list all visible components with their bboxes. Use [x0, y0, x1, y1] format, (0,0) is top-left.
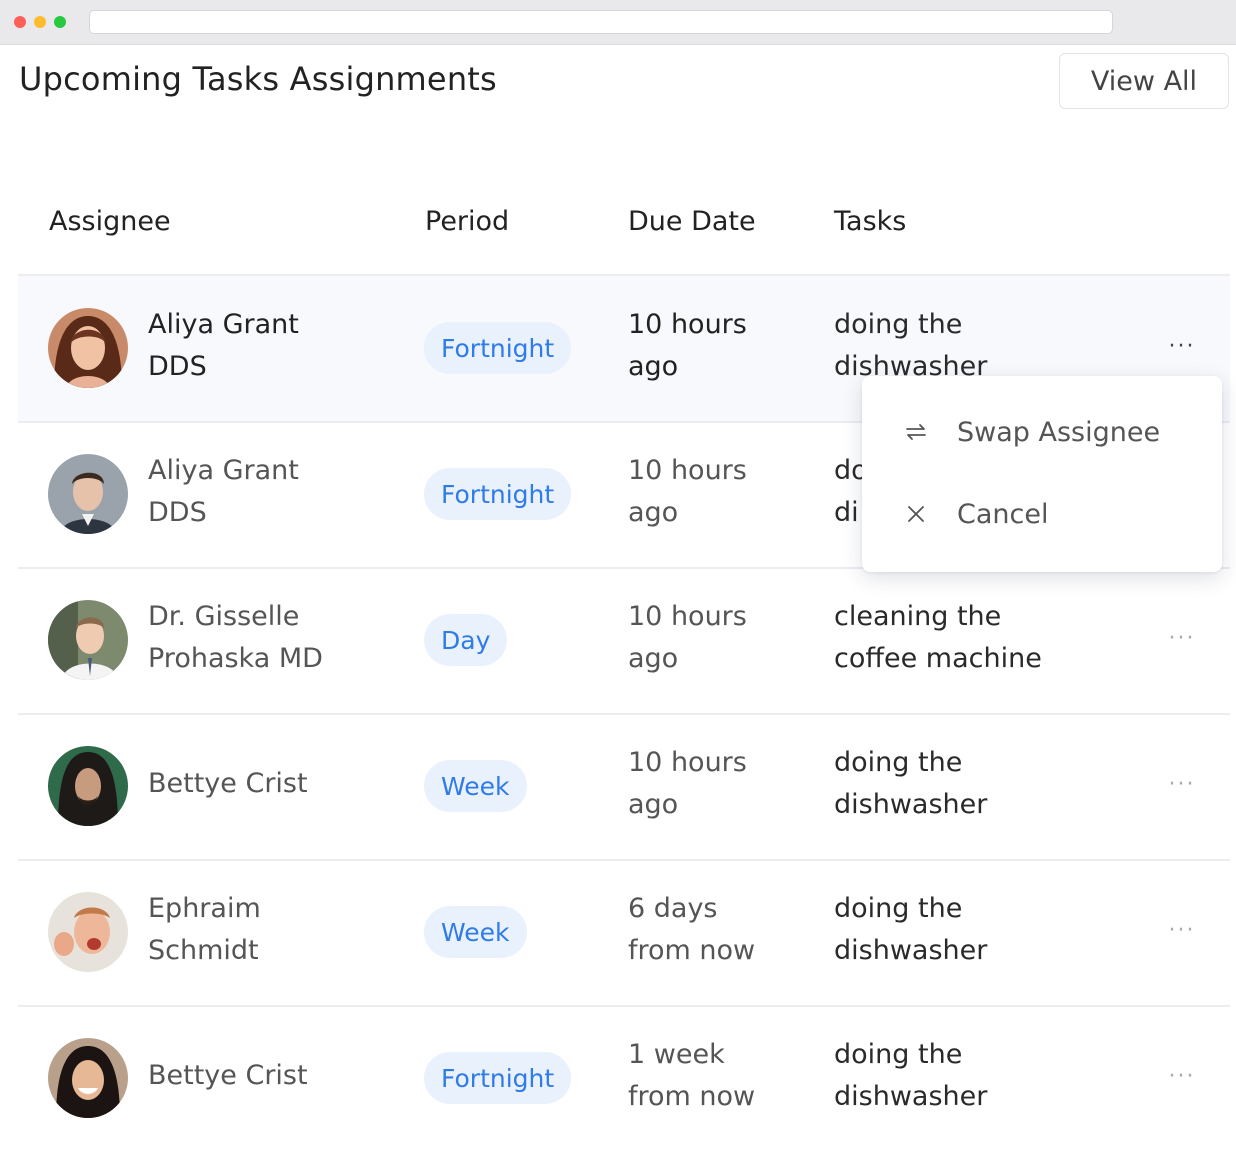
task-text: doing the dishwasher — [834, 742, 1134, 826]
period-badge: Week — [424, 906, 527, 958]
assignee-name-line: DDS — [148, 497, 207, 528]
task-text: doing the dishwasher — [834, 888, 1134, 972]
more-options-icon[interactable]: ··· — [1166, 622, 1198, 654]
table-row[interactable]: Dr. Gisselle Prohaska MD Day 10 hours ag… — [18, 568, 1230, 715]
due-date: 1 week from now — [628, 1034, 818, 1118]
due-date: 10 hours ago — [628, 596, 818, 680]
period-badge: Fortnight — [424, 468, 572, 520]
assignee-name-line: Schmidt — [148, 935, 259, 966]
assignee-name: Aliya Grant DDS — [148, 304, 398, 388]
column-header-due-date[interactable]: Due Date — [628, 206, 756, 237]
due-date-line: ago — [628, 351, 679, 382]
page-title: Upcoming Tasks Assignments — [19, 60, 497, 98]
due-date-line: 10 hours — [628, 309, 747, 340]
column-header-tasks[interactable]: Tasks — [834, 206, 906, 237]
window-minimize-dot[interactable] — [34, 16, 46, 28]
due-date-line: 6 days — [628, 893, 718, 924]
assignee-name-line: Aliya Grant — [148, 455, 299, 486]
period-badge: Day — [424, 614, 508, 666]
column-header-assignee[interactable]: Assignee — [49, 206, 171, 237]
task-line: coffee machine — [834, 643, 1042, 674]
task-line: doing the — [834, 893, 963, 924]
assignee-name-line: Aliya Grant — [148, 309, 299, 340]
table-row[interactable]: Bettye Crist Week 10 hours ago doing the… — [18, 714, 1230, 861]
table-row[interactable]: Bettye Crist Fortnight 1 week from now d… — [18, 1006, 1230, 1151]
window-maximize-dot[interactable] — [54, 16, 66, 28]
cancel-menu-item[interactable]: Cancel — [862, 484, 1222, 544]
browser-chrome — [0, 0, 1236, 45]
task-line: doing the — [834, 1039, 963, 1070]
period-badge: Fortnight — [424, 1052, 572, 1104]
due-date: 10 hours ago — [628, 304, 818, 388]
due-date: 10 hours ago — [628, 450, 818, 534]
due-date-line: 10 hours — [628, 455, 747, 486]
avatar — [48, 746, 128, 826]
assignee-name: Dr. Gisselle Prohaska MD — [148, 596, 398, 680]
avatar — [48, 892, 128, 972]
due-date-line: from now — [628, 1081, 756, 1112]
swap-icon — [902, 418, 930, 446]
avatar — [48, 1038, 128, 1118]
table-row[interactable]: Ephraim Schmidt Week 6 days from now doi… — [18, 860, 1230, 1007]
due-date-line: from now — [628, 935, 756, 966]
due-date: 10 hours ago — [628, 742, 818, 826]
task-text: doing the dishwasher — [834, 1034, 1134, 1118]
avatar — [48, 308, 128, 388]
address-bar[interactable] — [89, 10, 1113, 34]
window-close-dot[interactable] — [14, 16, 26, 28]
cancel-label: Cancel — [957, 498, 1049, 530]
more-options-icon[interactable]: ··· — [1166, 330, 1198, 362]
task-line: dishwasher — [834, 1081, 988, 1112]
column-header-period[interactable]: Period — [425, 206, 509, 237]
assignee-name: Aliya Grant DDS — [148, 450, 398, 534]
assignee-name-line: Prohaska MD — [148, 643, 323, 674]
task-text: cleaning the coffee machine — [834, 596, 1134, 680]
task-line: cleaning the — [834, 601, 1002, 632]
table-header: Assignee Period Due Date Tasks — [18, 196, 1230, 276]
period-badge: Week — [424, 760, 527, 812]
assignee-name: Bettye Crist — [148, 1055, 398, 1097]
row-actions-menu: Swap Assignee Cancel — [862, 376, 1222, 572]
due-date: 6 days from now — [628, 888, 818, 972]
task-line: doing the — [834, 309, 963, 340]
close-icon — [902, 500, 930, 528]
assignee-name-line: Ephraim — [148, 893, 261, 924]
due-date-line: 10 hours — [628, 747, 747, 778]
assignee-name-line: Bettye Crist — [148, 1060, 308, 1091]
task-line: dishwasher — [834, 935, 988, 966]
more-options-icon[interactable]: ··· — [1166, 768, 1198, 800]
view-all-button[interactable]: View All — [1059, 53, 1229, 109]
due-date-line: 1 week — [628, 1039, 725, 1070]
swap-assignee-label: Swap Assignee — [957, 416, 1161, 448]
more-options-icon[interactable]: ··· — [1166, 1060, 1198, 1092]
due-date-line: ago — [628, 643, 679, 674]
task-line: dishwasher — [834, 789, 988, 820]
more-options-icon[interactable]: ··· — [1166, 914, 1198, 946]
due-date-line: ago — [628, 497, 679, 528]
swap-assignee-menu-item[interactable]: Swap Assignee — [862, 402, 1222, 462]
assignee-name: Ephraim Schmidt — [148, 888, 398, 972]
period-badge: Fortnight — [424, 322, 572, 374]
assignee-name-line: Bettye Crist — [148, 768, 308, 799]
avatar — [48, 600, 128, 680]
due-date-line: ago — [628, 789, 679, 820]
due-date-line: 10 hours — [628, 601, 747, 632]
assignee-name-line: DDS — [148, 351, 207, 382]
assignee-name: Bettye Crist — [148, 763, 398, 805]
task-line: doing the — [834, 747, 963, 778]
avatar — [48, 454, 128, 534]
assignee-name-line: Dr. Gisselle — [148, 601, 300, 632]
